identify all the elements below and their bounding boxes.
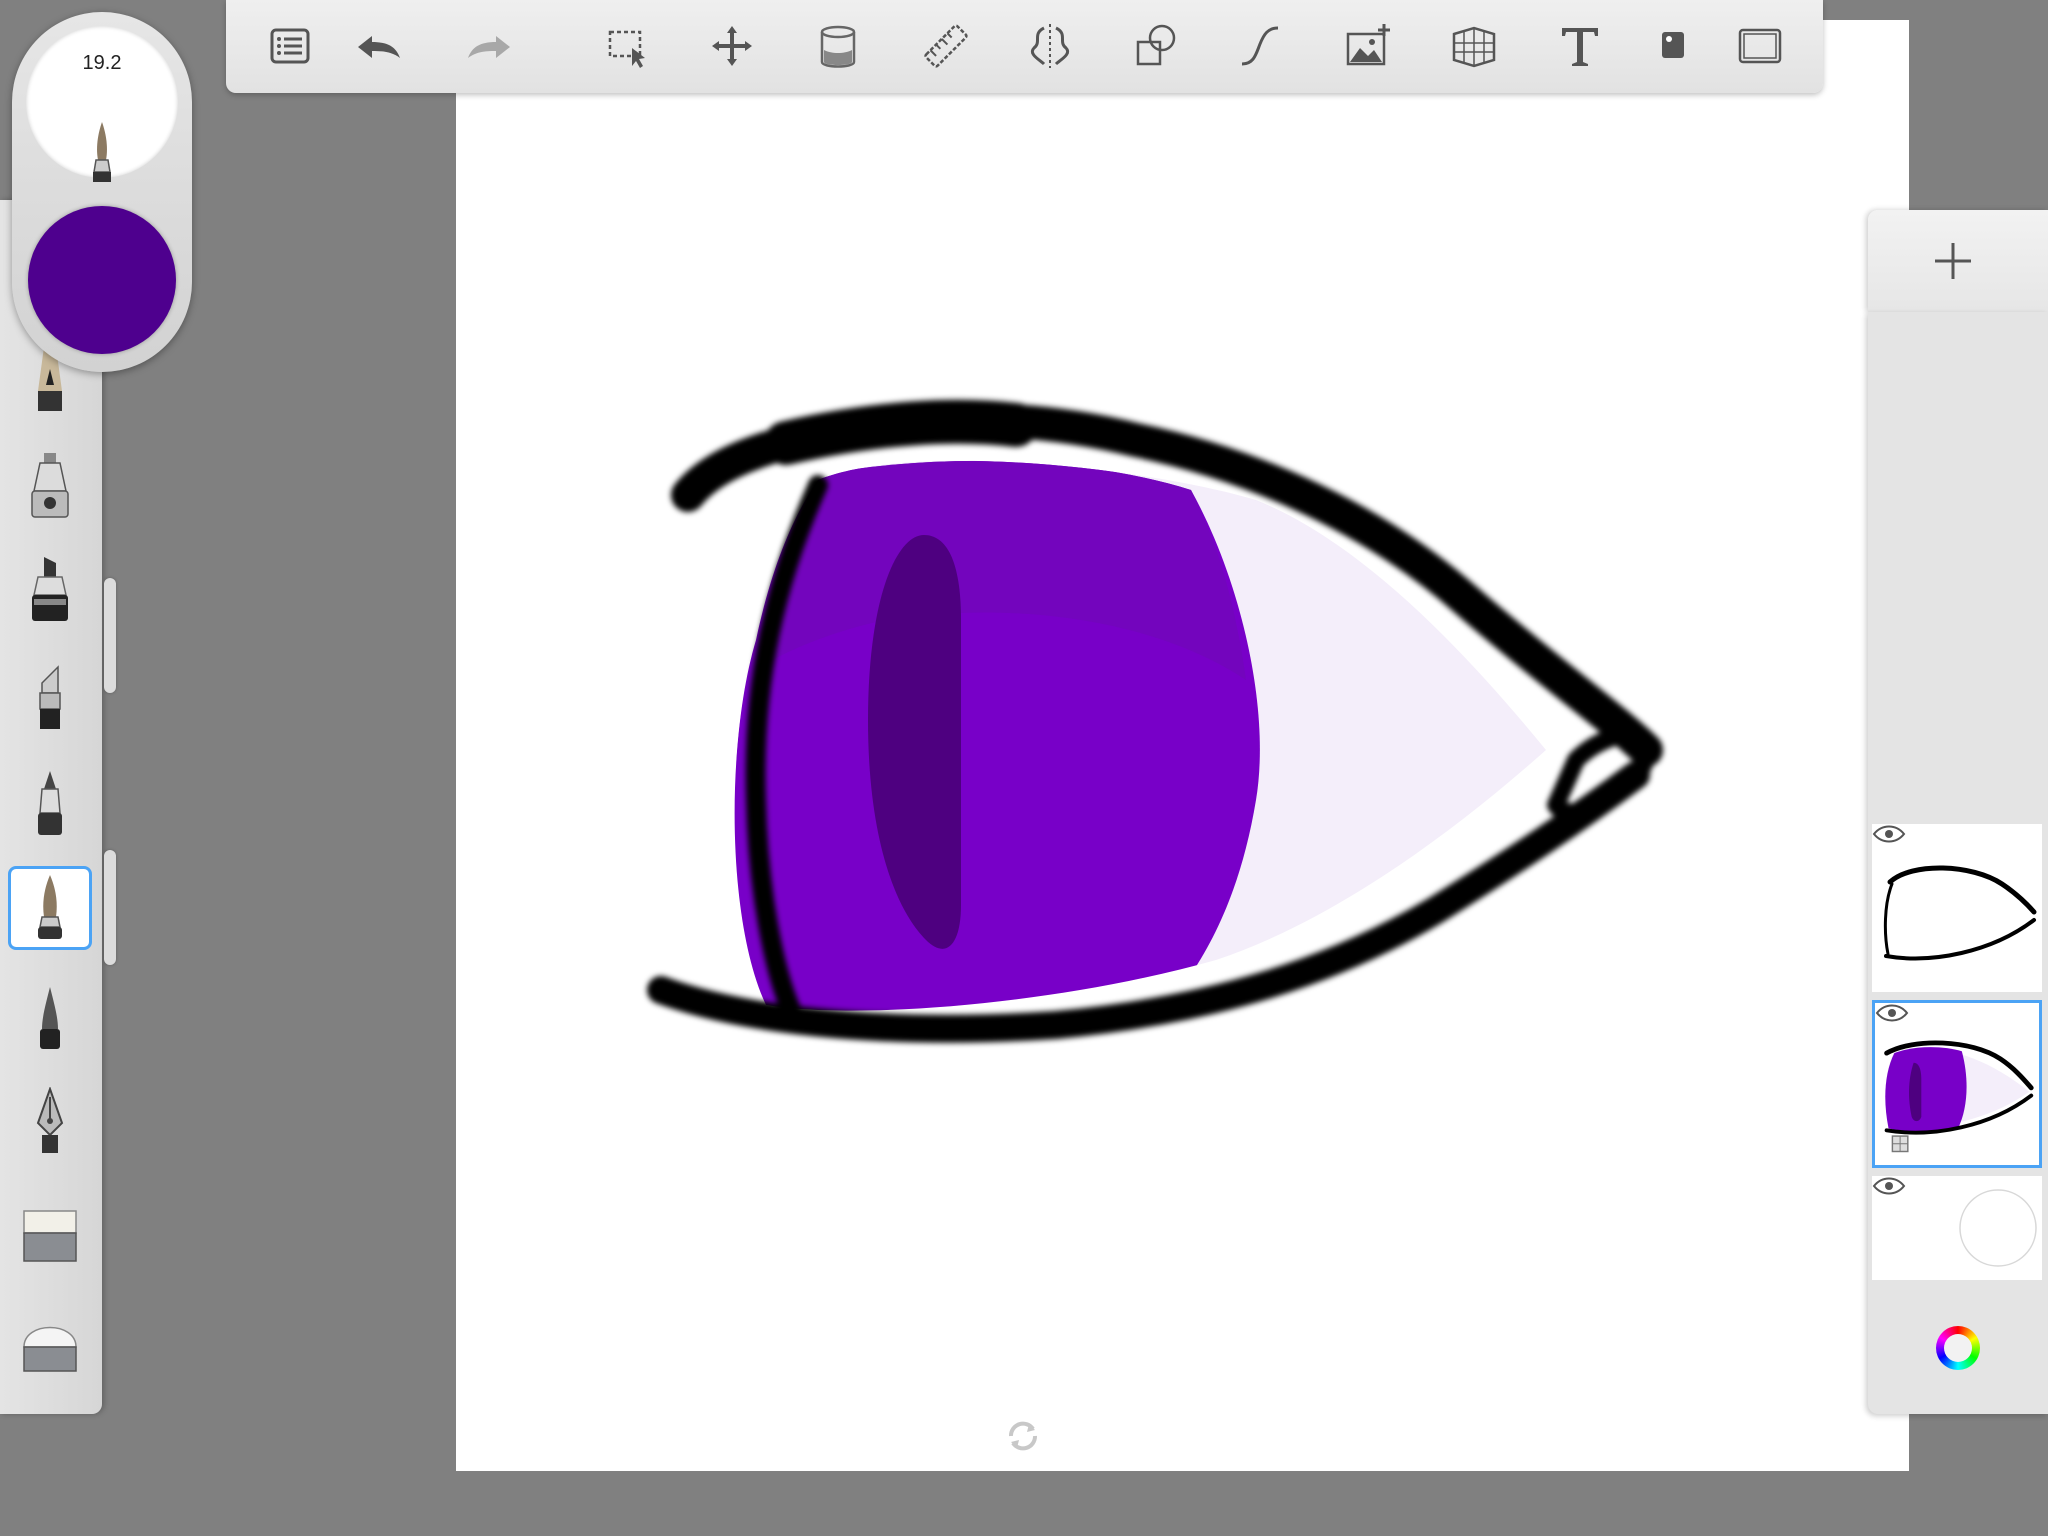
eye-drawing — [647, 399, 1663, 1043]
brush-airbrush[interactable] — [8, 444, 92, 528]
brush-puck[interactable]: 19.2 — [12, 12, 192, 372]
layer-thumbnail — [1883, 865, 2037, 961]
symmetry-button[interactable] — [1018, 14, 1082, 78]
brush-hard-eraser[interactable] — [8, 1190, 92, 1274]
color-wheel-button[interactable] — [1936, 1326, 1980, 1370]
curve-icon — [1241, 26, 1279, 66]
text-icon — [1562, 28, 1598, 66]
brush-paint-brush[interactable] — [8, 866, 92, 950]
brush-scroll-handle[interactable] — [104, 850, 116, 965]
layer-color[interactable] — [1872, 1000, 2042, 1168]
brush-size-control[interactable]: 19.2 — [26, 26, 178, 182]
airbrush-icon — [31, 453, 69, 518]
selection-icon — [608, 30, 645, 68]
brush-scroll-handle[interactable] — [104, 578, 116, 693]
ruler-button[interactable] — [914, 14, 978, 78]
menu-list-button[interactable] — [258, 14, 322, 78]
redo-button[interactable] — [458, 14, 522, 78]
plus-icon — [1935, 243, 1971, 279]
transform-button[interactable] — [700, 14, 764, 78]
transform-move-icon — [712, 26, 752, 66]
layer-thumbnail — [1884, 1040, 2034, 1153]
eye-icon[interactable] — [1872, 1176, 1906, 1196]
ink-pen-icon — [40, 987, 60, 1049]
shapes-icon — [1136, 24, 1176, 66]
eye-icon[interactable] — [1872, 824, 1906, 844]
add-layer-button[interactable] — [1913, 226, 1993, 296]
fullscreen-icon — [1738, 28, 1782, 64]
brush-size-value: 19.2 — [82, 52, 122, 74]
copic-color-icon — [1662, 32, 1684, 58]
eye-icon[interactable] — [1875, 1003, 1909, 1023]
brush-soft-eraser[interactable] — [8, 1300, 92, 1384]
layer-outline[interactable] — [1872, 824, 2042, 992]
paint-brush-icon — [93, 122, 111, 182]
add-image-button[interactable] — [1336, 14, 1400, 78]
current-color-swatch[interactable] — [28, 206, 176, 354]
drawing-canvas[interactable] — [456, 20, 1909, 1471]
top-toolbar — [226, 0, 1823, 93]
fill-button[interactable] — [806, 14, 870, 78]
fill-bucket-icon — [820, 25, 856, 68]
layer-background[interactable] — [1872, 1176, 2042, 1280]
undo-icon — [358, 36, 400, 58]
calligraphy-pen-icon — [36, 1087, 64, 1153]
symmetry-icon — [1030, 24, 1070, 68]
brush-marker[interactable] — [8, 548, 92, 632]
paint-brush-icon — [38, 875, 62, 939]
perspective-button[interactable] — [1442, 14, 1506, 78]
layer-header — [1868, 210, 2048, 312]
sync-icon — [1008, 1421, 1038, 1451]
redo-icon — [468, 36, 510, 58]
selection-button[interactable] — [596, 14, 660, 78]
perspective-grid-icon — [1452, 26, 1496, 68]
brush-chisel-marker[interactable] — [8, 656, 92, 740]
undo-button[interactable] — [346, 14, 410, 78]
copic-color-button[interactable] — [1640, 14, 1704, 78]
hard-eraser-icon — [23, 1210, 77, 1262]
marker-icon — [32, 557, 68, 621]
brush-calligraphy-pen[interactable] — [8, 1080, 92, 1164]
chisel-marker-icon — [39, 665, 61, 729]
brush-palette — [0, 200, 102, 1414]
menu-list-icon — [270, 28, 310, 64]
soft-eraser-icon — [23, 1326, 77, 1372]
shapes-button[interactable] — [1124, 14, 1188, 78]
fullscreen-button[interactable] — [1728, 14, 1792, 78]
text-button[interactable] — [1548, 14, 1612, 78]
brush-ink-pen[interactable] — [8, 976, 92, 1060]
add-image-icon — [1346, 24, 1390, 66]
ruler-icon — [924, 24, 968, 68]
brush-ballpoint-pen[interactable] — [8, 762, 92, 846]
curve-button[interactable] — [1228, 14, 1292, 78]
ballpoint-pen-icon — [38, 771, 62, 835]
